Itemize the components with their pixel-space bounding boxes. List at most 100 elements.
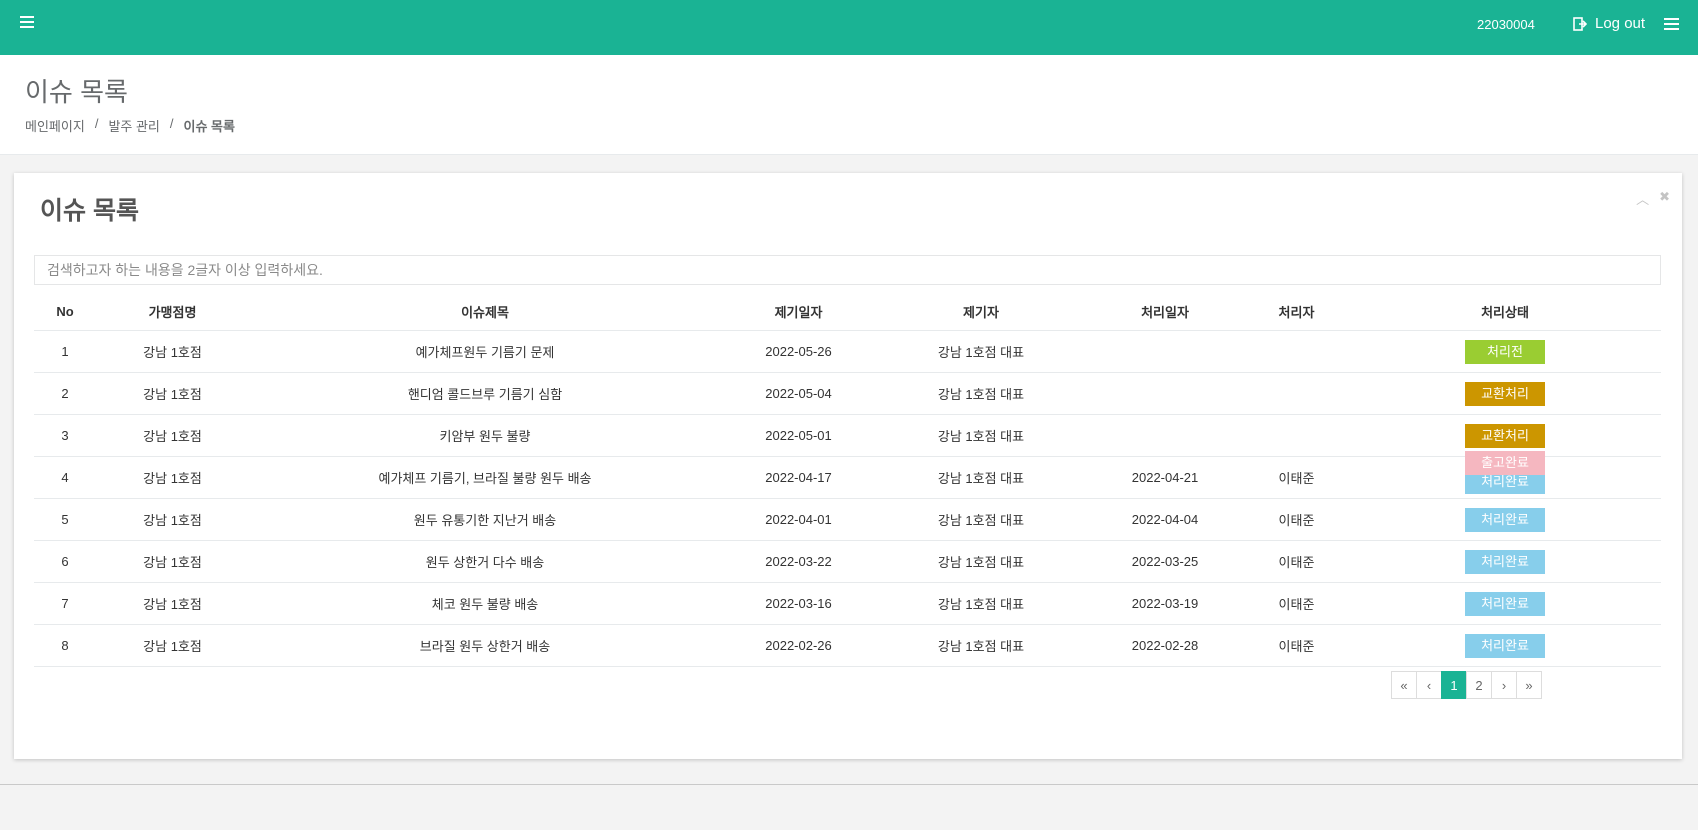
column-header-title[interactable]: 이슈제목 bbox=[249, 292, 721, 331]
cell-processed-date bbox=[1086, 414, 1244, 457]
card-title: 이슈 목록 bbox=[40, 197, 139, 225]
status-badge[interactable]: 교환처리 bbox=[1465, 423, 1545, 448]
cell-store: 강남 1호점 bbox=[96, 582, 249, 625]
column-header-store[interactable]: 가맹점명 bbox=[96, 292, 249, 331]
table-row[interactable]: 4 강남 1호점 예가체프 기름기, 브라질 불량 원두 배송 2022-04-… bbox=[34, 451, 1661, 499]
chevron-up-icon[interactable]: ︿ bbox=[1636, 189, 1649, 208]
table-row[interactable]: 1 강남 1호점 예가체프원두 기름기 문제 2022-05-26 강남 1호점… bbox=[34, 330, 1661, 373]
cell-no: 7 bbox=[34, 582, 96, 625]
column-header-processed-date[interactable]: 처리일자 bbox=[1086, 292, 1244, 331]
cell-processed-date: 2022-04-04 bbox=[1086, 498, 1244, 541]
cell-no: 6 bbox=[34, 540, 96, 583]
issue-list-card: 이슈 목록 ︿ ✖ No 가맹점명 이슈제목 제기일자 제기자 처리일자 처리자… bbox=[14, 173, 1682, 759]
search-input[interactable] bbox=[34, 255, 1661, 285]
cell-processed-date bbox=[1086, 330, 1244, 373]
breadcrumb-current: 이슈 목록 bbox=[183, 119, 235, 134]
cell-status: 처리완료 bbox=[1349, 582, 1661, 625]
cell-store: 강남 1호점 bbox=[96, 330, 249, 373]
cell-raised-date: 2022-05-26 bbox=[721, 330, 876, 373]
pagination-page-2[interactable]: 2 bbox=[1466, 671, 1492, 699]
column-header-no[interactable]: No bbox=[34, 292, 96, 331]
cell-title[interactable]: 원두 상한거 다수 배송 bbox=[249, 540, 721, 583]
menu-toggle-icon[interactable] bbox=[20, 16, 34, 28]
cell-processed-date: 2022-02-28 bbox=[1086, 624, 1244, 667]
cell-processed-date: 2022-03-19 bbox=[1086, 582, 1244, 625]
cell-store: 강남 1호점 bbox=[96, 624, 249, 667]
cell-status: 처리완료 출고완료 bbox=[1349, 451, 1661, 499]
table-row[interactable]: 8 강남 1호점 브라질 원두 상한거 배송 2022-02-26 강남 1호점… bbox=[34, 624, 1661, 667]
status-badge[interactable]: 처리완료 bbox=[1465, 549, 1545, 574]
cell-processed-date bbox=[1086, 372, 1244, 415]
pagination-page-1[interactable]: 1 bbox=[1441, 671, 1467, 699]
cell-no: 2 bbox=[34, 372, 96, 415]
cell-handler bbox=[1244, 330, 1349, 373]
cell-title[interactable]: 원두 유통기한 지난거 배송 bbox=[249, 498, 721, 541]
cell-raised-date: 2022-04-01 bbox=[721, 498, 876, 541]
cell-title[interactable]: 예가체프원두 기름기 문제 bbox=[249, 330, 721, 373]
cell-no: 3 bbox=[34, 414, 96, 457]
table-row[interactable]: 3 강남 1호점 키암부 원두 불량 2022-05-01 강남 1호점 대표 … bbox=[34, 414, 1661, 457]
cell-raised-date: 2022-03-22 bbox=[721, 540, 876, 583]
cell-title[interactable]: 키암부 원두 불량 bbox=[249, 414, 721, 457]
status-badge[interactable]: 교환처리 bbox=[1465, 381, 1545, 406]
cell-processed-date: 2022-03-25 bbox=[1086, 540, 1244, 583]
cell-handler: 이태준 bbox=[1244, 456, 1349, 499]
cell-status: 처리전 bbox=[1349, 330, 1661, 373]
top-navbar: 22030004 Log out bbox=[0, 0, 1698, 55]
cell-raiser: 강남 1호점 대표 bbox=[876, 456, 1086, 499]
issue-table: No 가맹점명 이슈제목 제기일자 제기자 처리일자 처리자 처리상태 1 강남… bbox=[34, 292, 1661, 667]
cell-title[interactable]: 예가체프 기름기, 브라질 불량 원두 배송 bbox=[249, 456, 721, 499]
breadcrumb-home[interactable]: 메인페이지 bbox=[25, 116, 85, 135]
cell-no: 5 bbox=[34, 498, 96, 541]
page-title: 이슈 목록 bbox=[25, 77, 128, 107]
status-badge[interactable]: 처리완료 bbox=[1465, 591, 1545, 616]
cell-status: 교환처리 bbox=[1349, 372, 1661, 415]
cell-raised-date: 2022-03-16 bbox=[721, 582, 876, 625]
breadcrumb: 메인페이지 / 발주 관리 / 이슈 목록 bbox=[25, 116, 235, 135]
cell-store: 강남 1호점 bbox=[96, 498, 249, 541]
cell-raiser: 강남 1호점 대표 bbox=[876, 624, 1086, 667]
status-dropdown-option[interactable]: 출고완료 bbox=[1465, 451, 1545, 475]
logout-label: Log out bbox=[1595, 15, 1646, 32]
cell-handler: 이태준 bbox=[1244, 540, 1349, 583]
table-header-row: No 가맹점명 이슈제목 제기일자 제기자 처리일자 처리자 처리상태 bbox=[34, 292, 1661, 331]
cell-store: 강남 1호점 bbox=[96, 540, 249, 583]
cell-raised-date: 2022-05-04 bbox=[721, 372, 876, 415]
pagination: « ‹ 1 2 › » bbox=[1391, 671, 1542, 699]
table-row[interactable]: 7 강남 1호점 체코 원두 불량 배송 2022-03-16 강남 1호점 대… bbox=[34, 582, 1661, 625]
pagination-next[interactable]: › bbox=[1491, 671, 1517, 699]
close-icon[interactable]: ✖ bbox=[1659, 189, 1670, 208]
cell-title[interactable]: 핸디엄 콜드브루 기름기 심함 bbox=[249, 372, 721, 415]
column-header-raised-date[interactable]: 제기일자 bbox=[721, 292, 876, 331]
cell-status: 처리완료 bbox=[1349, 498, 1661, 541]
cell-store: 강남 1호점 bbox=[96, 372, 249, 415]
status-badge[interactable]: 처리완료 bbox=[1465, 507, 1545, 532]
column-header-handler[interactable]: 처리자 bbox=[1244, 292, 1349, 331]
cell-raiser: 강남 1호점 대표 bbox=[876, 582, 1086, 625]
cell-no: 1 bbox=[34, 330, 96, 373]
table-row[interactable]: 2 강남 1호점 핸디엄 콜드브루 기름기 심함 2022-05-04 강남 1… bbox=[34, 372, 1661, 415]
card-tools: ︿ ✖ bbox=[1636, 189, 1670, 208]
column-header-status[interactable]: 처리상태 bbox=[1349, 292, 1661, 331]
status-badge[interactable]: 처리전 bbox=[1465, 339, 1545, 364]
logout-link[interactable]: Log out bbox=[1573, 15, 1645, 32]
cell-raiser: 강남 1호점 대표 bbox=[876, 414, 1086, 457]
status-badge[interactable]: 처리완료 bbox=[1465, 633, 1545, 658]
pagination-first[interactable]: « bbox=[1391, 671, 1417, 699]
cell-title[interactable]: 체코 원두 불량 배송 bbox=[249, 582, 721, 625]
cell-raiser: 강남 1호점 대표 bbox=[876, 330, 1086, 373]
cell-title[interactable]: 브라질 원두 상한거 배송 bbox=[249, 624, 721, 667]
cell-store: 강남 1호점 bbox=[96, 456, 249, 499]
column-header-raiser[interactable]: 제기자 bbox=[876, 292, 1086, 331]
cell-handler: 이태준 bbox=[1244, 498, 1349, 541]
cell-raised-date: 2022-05-01 bbox=[721, 414, 876, 457]
right-sidebar-toggle-icon[interactable] bbox=[1664, 18, 1679, 30]
pagination-last[interactable]: » bbox=[1516, 671, 1542, 699]
cell-handler bbox=[1244, 372, 1349, 415]
breadcrumb-order-management[interactable]: 발주 관리 bbox=[108, 116, 159, 135]
pagination-prev[interactable]: ‹ bbox=[1416, 671, 1442, 699]
cell-raiser: 강남 1호점 대표 bbox=[876, 540, 1086, 583]
table-row[interactable]: 6 강남 1호점 원두 상한거 다수 배송 2022-03-22 강남 1호점 … bbox=[34, 540, 1661, 583]
table-row[interactable]: 5 강남 1호점 원두 유통기한 지난거 배송 2022-04-01 강남 1호… bbox=[34, 498, 1661, 541]
breadcrumb-separator: / bbox=[94, 116, 99, 131]
